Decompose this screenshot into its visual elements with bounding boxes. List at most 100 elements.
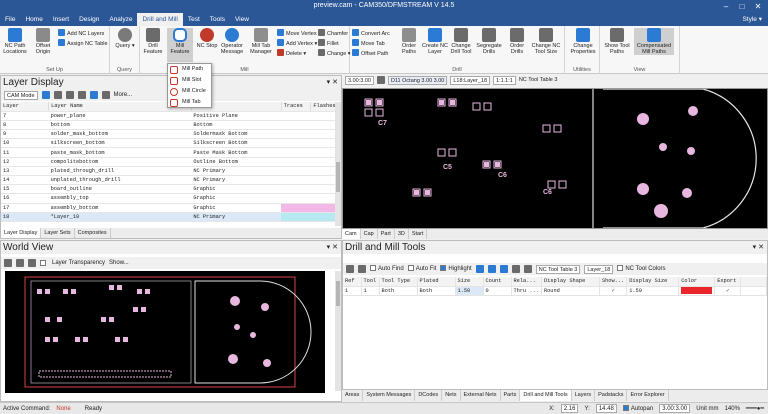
bottom-tab-padstacks[interactable]: Padstacks bbox=[595, 390, 628, 401]
layer-down-icon[interactable] bbox=[77, 91, 86, 99]
mill-slot-item[interactable]: Mill Slot bbox=[168, 75, 211, 86]
col-rela[interactable]: Rela... bbox=[511, 277, 542, 287]
mill-path-item[interactable]: Mill Path bbox=[168, 64, 211, 75]
menu-tools[interactable]: Tools bbox=[205, 13, 230, 26]
change-button[interactable]: Change ▾ bbox=[318, 49, 351, 58]
main-canvas[interactable]: C7 C6 C5 C6 bbox=[342, 88, 768, 229]
table-row[interactable]: 11 paste_mask_bottom Paste Mask Bottom bbox=[1, 147, 341, 158]
zoom-select[interactable]: 1:1.1:1 bbox=[493, 75, 516, 85]
layer-color-icon[interactable] bbox=[53, 91, 62, 99]
cell-export[interactable]: ✓ bbox=[714, 286, 742, 296]
show-tool-paths-button[interactable]: Show Tool Paths bbox=[602, 28, 632, 55]
cell-display-size[interactable]: 1.50 bbox=[626, 286, 680, 296]
layer-scroll-thumb[interactable] bbox=[336, 162, 340, 192]
remove-tool-icon[interactable] bbox=[487, 265, 496, 273]
col-tool[interactable]: Tool bbox=[361, 277, 380, 287]
tab-start[interactable]: Start bbox=[409, 229, 428, 239]
bottom-tab-external-nets[interactable]: External Nets bbox=[461, 390, 501, 401]
change-drill-tool-button[interactable]: Change Drill Tool bbox=[448, 28, 474, 55]
save-tool-icon[interactable] bbox=[499, 265, 508, 273]
menu-design[interactable]: Design bbox=[74, 13, 104, 26]
menu-insert[interactable]: Insert bbox=[48, 13, 74, 26]
menu-drill-and-mill[interactable]: Drill and Mill bbox=[137, 13, 183, 26]
nc-tool-colors-button[interactable]: NC Tool Colors bbox=[617, 263, 666, 275]
add-tool-icon[interactable] bbox=[475, 265, 484, 273]
table-row[interactable]: 9 solder_mask_bottom Soldermask Bottom bbox=[1, 129, 341, 140]
segregate-drills-button[interactable]: Segregate Drills bbox=[474, 28, 504, 55]
query-button[interactable]: Query ▾ bbox=[112, 28, 138, 49]
operator-message-button[interactable]: Operator Message bbox=[216, 28, 248, 55]
layer-up-icon[interactable] bbox=[65, 91, 74, 99]
highlight-button[interactable]: Highlight bbox=[440, 263, 472, 275]
cell-color[interactable] bbox=[678, 286, 716, 296]
tab-cam[interactable]: Cam bbox=[342, 229, 361, 239]
cell-rela[interactable]: Thru ... bbox=[511, 286, 542, 296]
status-grid-select[interactable]: 3.00:3.00 bbox=[659, 404, 691, 413]
col-color[interactable]: Color bbox=[678, 277, 716, 287]
layer-transparency-checkbox[interactable] bbox=[40, 260, 46, 266]
table-row[interactable]: 14 unplated_through_drill NC Primary bbox=[1, 175, 341, 186]
table-row[interactable]: 13 plated_through_drill NC Primary bbox=[1, 166, 341, 177]
snap-icon[interactable] bbox=[376, 76, 385, 84]
convert-arc-button[interactable]: Convert Arc bbox=[352, 29, 390, 38]
assign-nc-table-button[interactable]: Assign NC Table bbox=[58, 39, 108, 48]
move-vertex-button[interactable]: Move Vertex bbox=[277, 29, 317, 38]
fillet-button[interactable]: Fillet bbox=[318, 39, 339, 48]
layer-hide-icon[interactable] bbox=[101, 91, 110, 99]
table-row[interactable]: 12 compolitebottom Outline Bottom bbox=[1, 157, 341, 167]
table-row[interactable]: 1 1 Both Both 1.50 0 Thru ... Round ✓ 1.… bbox=[343, 286, 767, 296]
autopan-toggle[interactable]: Autopan bbox=[622, 405, 653, 412]
col-export[interactable]: Export bbox=[714, 277, 742, 287]
delete-button[interactable]: Delete ▾ bbox=[277, 49, 306, 58]
order-paths-button[interactable]: Order Paths bbox=[396, 28, 422, 55]
grid-select[interactable]: 3.00:3.00 bbox=[345, 75, 374, 85]
unit-label[interactable]: Unit mm bbox=[696, 406, 718, 412]
change-nc-tool-size-button[interactable]: Change NC Tool Size bbox=[530, 28, 562, 55]
menu-view[interactable]: View bbox=[230, 13, 254, 26]
world-scrollbar[interactable] bbox=[335, 271, 341, 391]
world-view-canvas[interactable] bbox=[5, 271, 325, 393]
mill-circle-item[interactable]: Mill Circle bbox=[168, 86, 211, 97]
layer-visible-icon[interactable] bbox=[89, 91, 98, 99]
col-show[interactable]: Show... bbox=[599, 277, 628, 287]
compensated-mill-paths-button[interactable]: Compensated Mill Paths bbox=[634, 28, 674, 55]
table-row[interactable]: 7 power_plane Positive Plane bbox=[1, 111, 341, 121]
dcode-select[interactable]: D11 Octang 3.00 3.00 bbox=[387, 75, 448, 85]
table-row[interactable]: 18 *Layer_18 NC Primary bbox=[1, 212, 341, 222]
zoom-slider[interactable]: ━━━●━ bbox=[746, 405, 764, 412]
tab-3d[interactable]: 3D bbox=[395, 229, 409, 239]
move-tab-button[interactable]: Move Tab bbox=[352, 39, 385, 48]
more-button[interactable]: More... bbox=[114, 89, 133, 101]
table-row[interactable]: 17 assembly_bottom Graphic bbox=[1, 203, 341, 213]
chamfer-button[interactable]: Chamfer bbox=[318, 29, 348, 38]
col-size[interactable]: Size bbox=[455, 277, 484, 287]
world-scroll-thumb[interactable] bbox=[336, 281, 340, 306]
cell-plated[interactable]: Both bbox=[417, 286, 456, 296]
col-display-shape[interactable]: Display Shape bbox=[541, 277, 600, 287]
panel-close-icon[interactable]: ▾ ✕ bbox=[327, 76, 338, 89]
bottom-tab-system-messages[interactable]: System Messages bbox=[363, 390, 416, 401]
table-row[interactable]: 8 bottom Bottom bbox=[1, 120, 341, 131]
drill-mill-close-icon[interactable]: ▾ ✕ bbox=[753, 241, 764, 254]
menu-test[interactable]: Test bbox=[183, 13, 205, 26]
col-traces[interactable]: Traces bbox=[281, 102, 312, 112]
mill-tab-item[interactable]: Mill Tab bbox=[168, 97, 211, 108]
close-button[interactable]: ✕ bbox=[750, 0, 766, 13]
bottom-tab-parts[interactable]: Parts bbox=[501, 390, 521, 401]
col-ref[interactable]: Ref bbox=[343, 277, 362, 287]
world-fit-icon[interactable] bbox=[16, 259, 24, 267]
bottom-tab-layers[interactable]: Layers bbox=[572, 390, 596, 401]
table-row[interactable]: 10 silkscreen_bottom Silkscreen Bottom bbox=[1, 138, 341, 149]
nc-layer-select[interactable]: Layer_18 bbox=[584, 264, 614, 274]
layer-add-icon[interactable] bbox=[41, 91, 50, 99]
tab-part[interactable]: Part bbox=[378, 229, 395, 239]
add-vertex-button[interactable]: Add Vertex ▾ bbox=[277, 39, 317, 48]
cell-tool-type[interactable]: Both bbox=[379, 286, 418, 296]
cell-show[interactable]: ✓ bbox=[599, 286, 628, 296]
tab-layer-display[interactable]: Layer Display bbox=[1, 228, 42, 238]
table-row[interactable]: 15 board_outline Graphic bbox=[1, 184, 341, 195]
cell-size[interactable]: 1.50 bbox=[455, 286, 484, 296]
bottom-tab-drill-and-mill-tools[interactable]: Drill and Mill Tools bbox=[520, 390, 572, 401]
redo-icon[interactable] bbox=[358, 265, 366, 273]
world-pan-icon[interactable] bbox=[28, 259, 36, 267]
